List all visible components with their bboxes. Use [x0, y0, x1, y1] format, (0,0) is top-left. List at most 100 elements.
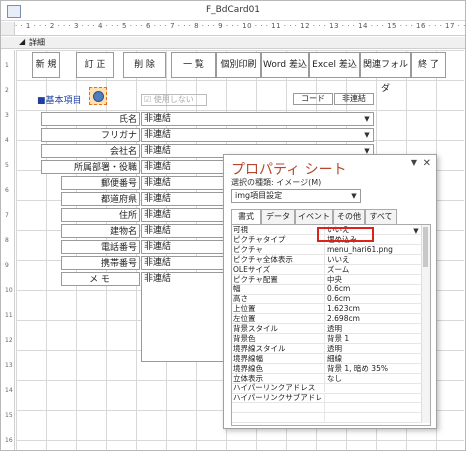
field-furigana[interactable]: 非連結 ▼: [141, 128, 374, 142]
property-value[interactable]: なし: [324, 373, 423, 383]
vertical-ruler[interactable]: 1 2 3 4 5 6 7 8 9 10 11 12 13 14 15 16: [1, 50, 15, 450]
field-label-building: 建物名: [61, 224, 140, 238]
list-button[interactable]: 一 覧: [171, 52, 216, 78]
related-folder-button[interactable]: 関連フォルダ: [360, 52, 411, 94]
property-row[interactable]: 境界線スタイル 透明: [232, 343, 423, 354]
field-label-phone: 電話番号: [61, 240, 140, 254]
property-row[interactable]: ピクチャ全体表示 いいえ: [232, 254, 423, 265]
property-row[interactable]: 立体表示 なし: [232, 373, 423, 384]
property-value[interactable]: [324, 383, 423, 393]
field-value: 非連結: [144, 114, 172, 124]
field-phone[interactable]: 非連結: [141, 240, 225, 254]
property-row[interactable]: 左位置 2.698cm: [232, 314, 423, 325]
property-row[interactable]: ピクチャ配置 中央: [232, 274, 423, 285]
field-address[interactable]: 非連結: [141, 208, 225, 222]
property-value[interactable]: 透明: [324, 343, 423, 353]
field-label-furigana: フリガナ: [41, 128, 140, 142]
field-label-memo: メ モ: [61, 272, 140, 286]
edit-button[interactable]: 訂 正: [76, 52, 114, 78]
property-value[interactable]: 細線: [324, 353, 423, 363]
property-row[interactable]: 境界線幅 細線: [232, 353, 423, 364]
excel-merge-button[interactable]: Excel 差込: [309, 52, 360, 78]
property-row[interactable]: ハイパーリンクサブアドレス: [232, 393, 423, 404]
property-sheet-title: プロパティ シート: [231, 162, 347, 178]
ruler-number: 6: [5, 187, 9, 194]
property-row[interactable]: 幅 0.6cm: [232, 284, 423, 295]
horizontal-ruler[interactable]: · · 1 · · · 2 · · · 3 · · · 4 · · · 5 · …: [15, 22, 465, 36]
property-value[interactable]: [324, 413, 423, 423]
tab-other[interactable]: その他: [333, 209, 365, 224]
property-value[interactable]: 中央: [324, 274, 423, 284]
property-row[interactable]: [232, 403, 423, 414]
property-value[interactable]: 0.6cm: [324, 294, 423, 304]
property-row[interactable]: 背景色 背景 1: [232, 333, 423, 345]
dropdown-icon[interactable]: ▼: [411, 158, 417, 167]
ruler-number: 8: [5, 237, 9, 244]
field-label-prefecture: 都道府県: [61, 192, 140, 206]
ruler-number: 4: [5, 137, 9, 144]
image-control-selected[interactable]: [89, 87, 107, 105]
property-name: 背景スタイル: [233, 324, 278, 333]
property-value[interactable]: 2.698cm: [324, 314, 423, 324]
field-prefecture[interactable]: 非連結: [141, 192, 225, 206]
basic-items-label[interactable]: ■基本項目: [37, 93, 82, 106]
property-row[interactable]: 背景スタイル 透明: [232, 324, 423, 335]
property-value[interactable]: 1.623cm: [324, 304, 423, 314]
individual-print-button[interactable]: 個別印刷: [216, 52, 261, 78]
word-merge-button[interactable]: Word 差込: [261, 52, 309, 78]
field-label-postal: 郵便番号: [61, 176, 140, 190]
field-name[interactable]: 非連結 ▼: [141, 112, 374, 126]
field-memo[interactable]: 非連結: [141, 272, 225, 362]
property-name: 境界線色: [233, 363, 263, 373]
ruler-number: 11: [5, 312, 13, 319]
property-row[interactable]: 高さ 0.6cm: [232, 294, 423, 305]
property-value[interactable]: 背景 1, 暗め 35%: [324, 363, 423, 373]
ruler-number: 2: [5, 87, 9, 94]
property-row[interactable]: OLEサイズ ズーム: [232, 264, 423, 275]
property-row[interactable]: 上位置 1.623cm: [232, 304, 423, 315]
field-mobile[interactable]: 非連結: [141, 256, 225, 270]
property-value[interactable]: ズーム: [324, 264, 423, 274]
property-value[interactable]: いいえ: [324, 254, 423, 264]
object-selector[interactable]: img項目設定 ▼: [231, 189, 361, 203]
tab-event[interactable]: イベント: [295, 209, 333, 224]
property-name: OLEサイズ: [233, 264, 271, 274]
property-row[interactable]: [232, 413, 423, 424]
code-field[interactable]: 非連結: [334, 93, 374, 105]
tab-format[interactable]: 書式: [231, 209, 261, 225]
property-row[interactable]: ハイパーリンクアドレス: [232, 383, 423, 394]
field-value: 非連結: [144, 130, 172, 140]
field-value: 非連結: [144, 146, 172, 156]
field-postal[interactable]: 非連結: [141, 176, 225, 190]
close-icon[interactable]: ✕: [423, 158, 431, 169]
property-value[interactable]: 背景 1: [324, 333, 423, 343]
property-row[interactable]: 境界線色 背景 1, 暗め 35%: [232, 363, 423, 374]
delete-button[interactable]: 削 除: [123, 52, 166, 78]
new-button[interactable]: 新 規: [32, 52, 60, 78]
field-department[interactable]: 非連結: [141, 160, 225, 174]
exit-button[interactable]: 終 了: [411, 52, 446, 78]
property-value[interactable]: [324, 403, 423, 413]
form-design-window: F_BdCard01 · · 1 · · · 2 · · · 3 · · · 4…: [0, 0, 466, 451]
ruler-corner[interactable]: [1, 22, 15, 36]
ruler-number: 3: [5, 112, 9, 119]
field-label-name: 氏名: [41, 112, 140, 126]
property-value[interactable]: menu_hari61.png: [324, 244, 423, 254]
tab-data[interactable]: データ: [261, 209, 295, 224]
selection-type: 選択の種類: イメージ(M): [231, 178, 322, 187]
detail-section-bar[interactable]: ◢ 詳細: [1, 37, 465, 49]
unused-checkbox[interactable]: ☑ 使用しない: [141, 94, 207, 106]
chevron-down-icon[interactable]: ▼: [362, 130, 372, 140]
property-row[interactable]: ピクチャ menu_hari61.png: [232, 244, 423, 255]
property-name: 幅: [233, 284, 241, 294]
unused-label: 使用しない: [153, 95, 194, 104]
property-value[interactable]: 透明: [324, 324, 423, 333]
scrollbar-thumb[interactable]: [423, 227, 428, 267]
tab-all[interactable]: すべて: [365, 209, 397, 224]
section-label: 詳細: [29, 38, 45, 47]
chevron-down-icon[interactable]: ▼: [362, 114, 372, 124]
property-value[interactable]: 0.6cm: [324, 284, 423, 294]
chevron-down-icon[interactable]: ▼: [349, 191, 359, 201]
field-building[interactable]: 非連結: [141, 224, 225, 238]
property-value[interactable]: [324, 393, 423, 403]
